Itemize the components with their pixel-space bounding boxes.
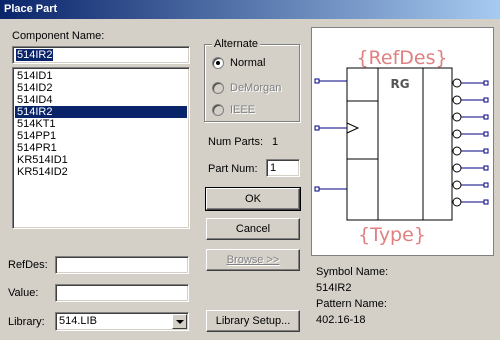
component-list-item[interactable]: 514ID4	[15, 94, 187, 106]
value-label: Value:	[8, 287, 39, 299]
component-list-item[interactable]: 514PR1	[15, 142, 187, 154]
radio-ieee-indicator[interactable]	[212, 104, 224, 116]
part-num-input[interactable]: 1	[266, 159, 300, 177]
right-pins	[452, 78, 489, 207]
library-select[interactable]: 514.LIB	[55, 312, 189, 331]
radio-demorgan-indicator[interactable]	[212, 82, 224, 94]
refdes-placeholder-text: {RefDes}	[356, 47, 447, 69]
browse-button[interactable]: Browse >>	[206, 249, 300, 271]
right-pin-terminal	[483, 182, 489, 188]
type-placeholder-text: {Type}	[358, 224, 426, 246]
value-input[interactable]	[55, 284, 189, 302]
radio-demorgan[interactable]: DeMorgan	[212, 82, 281, 94]
part-num-label: Part Num:	[208, 163, 258, 175]
num-parts-label: Num Parts:	[208, 136, 264, 148]
left-pins	[314, 78, 347, 192]
component-list-item[interactable]: 514KT1	[15, 118, 187, 130]
component-list-item[interactable]: 514PP1	[15, 130, 187, 142]
symbol-preview: {RefDes} {Type} RG	[311, 27, 494, 256]
symbol-name-label: Symbol Name:	[316, 266, 389, 278]
symbol-graphic: {RefDes} {Type} RG	[314, 47, 489, 246]
library-label: Library:	[8, 316, 45, 328]
right-pin-terminal	[483, 165, 489, 171]
component-list-item[interactable]: 514ID1	[15, 70, 187, 82]
pattern-name-label: Pattern Name:	[316, 298, 387, 310]
title-bar: Place Part	[0, 0, 500, 19]
right-pin-terminal	[483, 80, 489, 86]
component-list-item[interactable]: 514ID2	[15, 82, 187, 94]
library-select-value: 514.LIB	[59, 315, 97, 327]
component-list-item[interactable]: KR514ID2	[15, 166, 187, 178]
right-pin-terminal	[483, 131, 489, 137]
symbol-name-value: 514IR2	[316, 282, 352, 294]
component-list-item[interactable]: KR514ID1	[15, 154, 187, 166]
radio-normal[interactable]: Normal	[212, 57, 265, 69]
pattern-name-value: 402.16-18	[316, 314, 366, 326]
inverted-output-bubble	[452, 129, 462, 139]
inverted-output-bubble	[452, 78, 462, 88]
right-pin-terminal	[483, 97, 489, 103]
cancel-button[interactable]: Cancel	[206, 218, 300, 240]
radio-normal-indicator[interactable]	[212, 57, 224, 69]
left-pin-terminal	[314, 78, 320, 84]
cancel-button-label: Cancel	[235, 223, 271, 235]
inverted-output-bubble	[452, 163, 462, 173]
component-name-value: 514IR2	[16, 49, 54, 61]
library-setup-button-label: Library Setup...	[215, 315, 291, 327]
inverted-output-bubble	[452, 180, 462, 190]
ok-button-label: OK	[245, 193, 261, 205]
inverted-output-bubble	[452, 146, 462, 156]
inverted-output-bubble	[452, 112, 462, 122]
radio-demorgan-label: DeMorgan	[230, 82, 282, 94]
component-name-input[interactable]: 514IR2	[12, 46, 190, 64]
num-parts-value: 1	[272, 136, 279, 148]
alternate-group-title: Alternate	[212, 38, 261, 50]
right-pin-terminal	[483, 148, 489, 154]
component-list[interactable]: 514ID1 514ID2 514ID4 514IR2 514KT1 514PP1 514P…	[12, 67, 190, 229]
refdes-input[interactable]	[55, 256, 189, 274]
symbol-body: RG	[346, 67, 453, 221]
library-setup-button[interactable]: Library Setup...	[206, 310, 300, 332]
component-name-label: Component Name:	[12, 30, 105, 42]
window-title: Place Part	[4, 3, 58, 15]
symbol-center-label: RG	[390, 77, 409, 91]
component-list-item[interactable]: 514IR2	[15, 106, 187, 118]
right-pin-terminal	[483, 199, 489, 205]
chevron-down-icon[interactable]	[172, 314, 187, 329]
radio-ieee[interactable]: IEEE	[212, 104, 255, 116]
left-pin-terminal	[314, 186, 320, 192]
inverted-output-bubble	[452, 197, 462, 207]
browse-button-label: Browse >>	[226, 254, 280, 266]
right-pin-terminal	[483, 114, 489, 120]
part-num-value: 1	[270, 162, 277, 174]
ok-button[interactable]: OK	[205, 187, 301, 211]
radio-normal-label: Normal	[230, 57, 266, 69]
refdes-label: RefDes:	[8, 259, 48, 271]
clock-marker-icon	[346, 122, 360, 134]
inverted-output-bubble	[452, 95, 462, 105]
left-pin-terminal	[314, 125, 320, 131]
radio-ieee-label: IEEE	[230, 104, 256, 116]
